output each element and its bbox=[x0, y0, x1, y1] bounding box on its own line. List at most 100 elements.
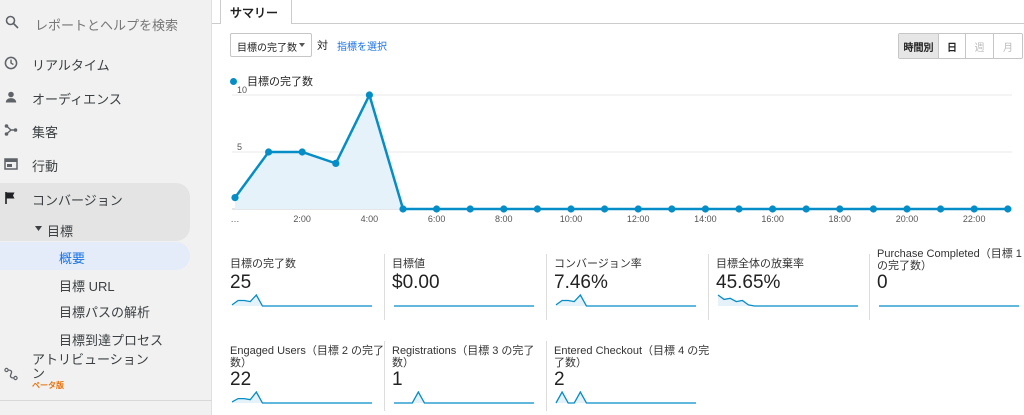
metric-card[interactable]: Registrations（目標 3 の完了数） 1 bbox=[392, 345, 548, 405]
metric-sparkline bbox=[394, 305, 534, 307]
data-point bbox=[735, 205, 743, 213]
data-point bbox=[769, 205, 777, 213]
x-tick-label: 6:00 bbox=[428, 214, 446, 224]
dropdown-caret-icon bbox=[299, 43, 305, 47]
metric-card[interactable]: Purchase Completed（目標 1 の完了数） 0 bbox=[877, 248, 1024, 308]
metric-card[interactable]: 目標の完了数 25 bbox=[230, 258, 386, 308]
search-icon bbox=[5, 15, 19, 29]
select-metric-link[interactable]: 指標を選択 bbox=[337, 38, 387, 53]
monthly-button[interactable]: 月 bbox=[994, 34, 1022, 58]
report-search[interactable]: レポートとヘルプを検索 bbox=[0, 0, 212, 46]
flag-icon bbox=[5, 192, 15, 204]
data-point bbox=[970, 205, 978, 213]
y-tick-label: 5 bbox=[237, 142, 242, 152]
x-tick-label: 14:00 bbox=[694, 214, 717, 224]
metric-value: 22 bbox=[230, 369, 252, 390]
metric-sparkline bbox=[231, 294, 372, 307]
metric-card[interactable]: 目標全体の放棄率 45.65% bbox=[716, 258, 872, 308]
legend-dot bbox=[230, 77, 237, 85]
x-tick-label: 16:00 bbox=[761, 214, 784, 224]
metric-sparkline bbox=[555, 294, 696, 307]
metric-card[interactable]: Engaged Users（目標 2 の完了数） 22 bbox=[230, 345, 386, 405]
metric-label: 目標値 bbox=[392, 258, 425, 270]
nav-goals-path[interactable]: 目標パスの解析 bbox=[59, 302, 150, 321]
data-point bbox=[836, 205, 844, 213]
data-point bbox=[466, 205, 474, 213]
nav-conversions-label: コンバージョン bbox=[32, 193, 123, 208]
main-content: サマリー 目標の完了数 対 指標を選択 時間別 日 週 月 目標の完了数 5 10… bbox=[212, 0, 1024, 415]
data-point bbox=[903, 205, 911, 213]
data-point bbox=[332, 159, 340, 167]
metric-select-value: 目標の完了数 bbox=[237, 43, 297, 54]
vs-label: 対 bbox=[317, 40, 328, 52]
hourly-button[interactable]: 時間別 bbox=[899, 34, 939, 58]
nav-conversions[interactable]: コンバージョン bbox=[0, 184, 212, 212]
metric-sparkline bbox=[231, 391, 372, 404]
weekly-button[interactable]: 週 bbox=[966, 34, 994, 58]
sidebar: レポートとヘルプを検索 リアルタイム オーディエンス 集客 行動 コンバージョン… bbox=[0, 0, 212, 415]
nav-goals-url[interactable]: 目標 URL bbox=[59, 276, 115, 295]
data-point bbox=[668, 205, 676, 213]
data-point bbox=[802, 205, 810, 213]
metric-value: $0.00 bbox=[392, 272, 440, 293]
data-point bbox=[601, 205, 609, 213]
data-point bbox=[231, 194, 239, 202]
data-point bbox=[533, 205, 541, 213]
metric-card[interactable]: コンバージョン率 7.46% bbox=[554, 258, 710, 308]
data-point bbox=[634, 205, 642, 213]
nav-goals[interactable]: 目標 bbox=[0, 215, 212, 243]
data-point bbox=[433, 205, 441, 213]
person-icon bbox=[5, 91, 17, 103]
acquisition-icon bbox=[4, 124, 18, 136]
metric-value: 0 bbox=[877, 272, 888, 293]
tab-summary[interactable]: サマリー bbox=[220, 0, 292, 24]
metric-label: Purchase Completed（目標 1 の完了数） bbox=[877, 248, 1022, 272]
metric-label: Engaged Users（目標 2 の完了数） bbox=[230, 345, 385, 369]
nav-behavior-label: 行動 bbox=[32, 159, 59, 174]
nav-realtime[interactable]: リアルタイム bbox=[0, 49, 212, 77]
metric-label: Entered Checkout（目標 4 の完了数） bbox=[554, 345, 710, 369]
data-point bbox=[937, 205, 945, 213]
nav-goals-label: 目標 bbox=[47, 224, 74, 239]
nav-acquisition[interactable]: 集客 bbox=[0, 116, 212, 144]
metric-sparkline bbox=[555, 391, 696, 404]
x-tick-label: 12:00 bbox=[627, 214, 650, 224]
metric-label: 目標全体の放棄率 bbox=[716, 258, 804, 270]
metric-value: 7.46% bbox=[554, 272, 608, 293]
nav-behavior[interactable]: 行動 bbox=[0, 150, 212, 178]
daily-button[interactable]: 日 bbox=[939, 34, 966, 58]
nav-realtime-label: リアルタイム bbox=[32, 58, 110, 73]
beta-badge: ベータ版 bbox=[32, 381, 64, 390]
data-point bbox=[365, 91, 373, 99]
data-point bbox=[298, 148, 306, 156]
x-tick-label: 2:00 bbox=[293, 214, 311, 224]
data-point bbox=[869, 205, 878, 213]
metric-label: コンバージョン率 bbox=[554, 258, 642, 270]
nav-goals-overview[interactable]: 概要 bbox=[59, 248, 85, 267]
x-tick-label: 18:00 bbox=[829, 214, 852, 224]
metric-card[interactable]: 目標値 $0.00 bbox=[392, 258, 548, 308]
metric-select[interactable]: 目標の完了数 bbox=[230, 33, 312, 57]
data-point bbox=[1004, 205, 1012, 213]
attribution-icon bbox=[4, 367, 18, 381]
x-tick-label: 20:00 bbox=[896, 214, 919, 224]
search-placeholder: レポートとヘルプを検索 bbox=[35, 18, 179, 33]
goal-completions-chart: 5 10 … 2:00 4:00 6:00 8:00 10:00 12:00 14:00 16:00… bbox=[231, 86, 1012, 224]
nav-audience-label: オーディエンス bbox=[32, 92, 122, 107]
metric-value: 45.65% bbox=[716, 272, 781, 293]
x-tick-label: 22:00 bbox=[963, 214, 986, 224]
x-tick-label: 10:00 bbox=[560, 214, 583, 224]
x-tick-label: … bbox=[231, 214, 240, 224]
nav-audience[interactable]: オーディエンス bbox=[0, 83, 212, 111]
data-point bbox=[399, 205, 407, 213]
metric-label: Registrations（目標 3 の完了数） bbox=[392, 345, 535, 369]
metric-sparkline bbox=[879, 305, 1019, 307]
x-tick-label: 4:00 bbox=[361, 214, 379, 224]
data-point bbox=[265, 148, 273, 156]
caret-down-icon bbox=[35, 226, 42, 231]
metric-value: 1 bbox=[392, 369, 403, 390]
metric-card[interactable]: Entered Checkout（目標 4 の完了数） 2 bbox=[554, 345, 710, 405]
data-point bbox=[701, 205, 709, 213]
time-granularity: 時間別 日 週 月 bbox=[898, 33, 1023, 59]
nav-attribution-label: アトリビューション bbox=[32, 352, 149, 367]
